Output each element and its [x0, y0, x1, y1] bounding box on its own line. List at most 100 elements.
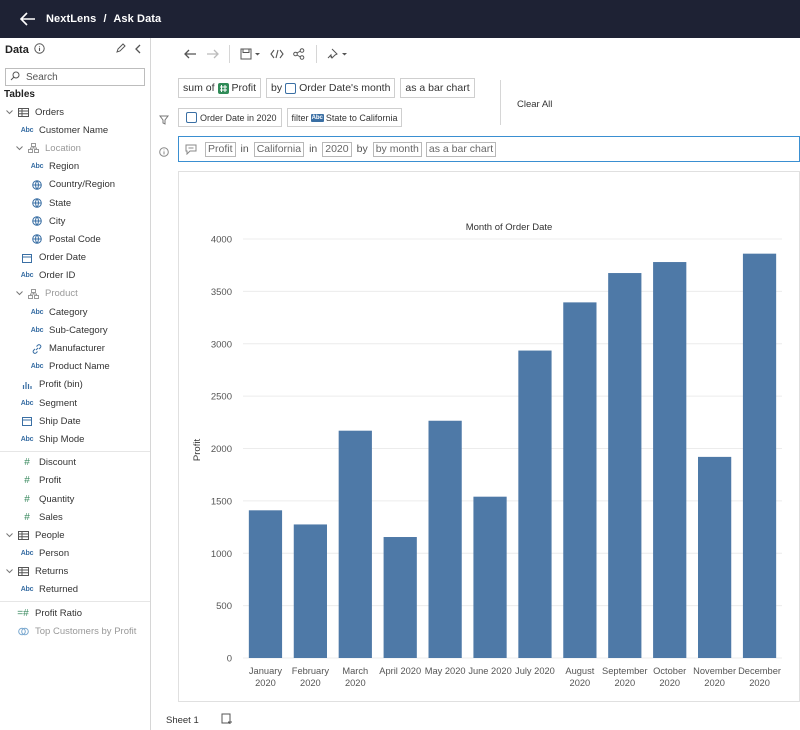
info-icon[interactable] [34, 43, 45, 57]
bar[interactable] [248, 510, 283, 658]
expand-caret-icon[interactable] [4, 569, 14, 574]
table-item[interactable]: Orders [0, 103, 150, 121]
x-tick-label: 2020 [255, 678, 276, 688]
new-sheet-icon[interactable] [221, 713, 234, 728]
string-type-icon: Abc [30, 163, 44, 171]
redo-arrow-icon[interactable] [201, 44, 223, 64]
field-label: State [49, 197, 72, 209]
breadcrumb-separator: / [103, 13, 107, 25]
bar[interactable] [563, 302, 597, 658]
toolbar-divider [316, 45, 317, 63]
save-icon[interactable] [236, 44, 266, 64]
app-name[interactable]: NextLens [46, 13, 96, 25]
field-item[interactable]: Abc Segment [0, 394, 150, 412]
ask-data-query-input[interactable]: Profit in California in 2020 by by month… [178, 136, 800, 162]
pin-icon[interactable] [323, 44, 353, 64]
field-item[interactable]: Abc Region [0, 158, 150, 176]
filter-pills-row: Order Date in 2020 filter Abc State to C… [178, 108, 403, 127]
undo-arrow-icon[interactable] [179, 44, 201, 64]
field-item[interactable]: Postal Code [0, 230, 150, 248]
field-item[interactable]: Abc Returned [0, 581, 150, 599]
query-token[interactable]: California [253, 141, 305, 157]
viz-type-pill[interactable]: as a bar chart [400, 78, 475, 98]
field-item[interactable]: Manufacturer [0, 339, 150, 357]
field-item[interactable]: Country/Region [0, 176, 150, 194]
field-item[interactable]: Abc Person [0, 545, 150, 563]
globe-icon [28, 234, 46, 245]
bar[interactable] [608, 273, 642, 658]
bar[interactable] [428, 420, 462, 658]
pill-text: as a bar chart [405, 82, 470, 94]
field-label: City [49, 215, 66, 227]
field-item[interactable]: Profit (bin) [0, 376, 150, 394]
clear-all-button[interactable]: Clear All [517, 99, 552, 110]
field-item[interactable]: =# Profit Ratio [0, 604, 150, 622]
query-token[interactable]: 2020 [322, 141, 352, 157]
bar[interactable] [518, 350, 552, 658]
bar[interactable] [698, 456, 732, 658]
collapse-pane-icon[interactable] [134, 44, 142, 57]
query-token[interactable]: Profit [205, 141, 236, 157]
field-item[interactable]: City [0, 212, 150, 230]
x-tick-label: April 2020 [379, 666, 421, 676]
search-field[interactable]: Search [5, 68, 145, 86]
pill-field: State to California [325, 112, 398, 123]
field-item[interactable]: Order Date [0, 249, 150, 267]
pills-divider [500, 80, 501, 125]
field-item[interactable]: Top Customers by Profit [0, 622, 150, 640]
bar[interactable] [383, 537, 417, 658]
sum-of-profit-pill[interactable]: sum of Profit [178, 78, 262, 98]
embed-code-icon[interactable] [266, 44, 288, 64]
data-pane-header: Data [0, 38, 150, 62]
field-item[interactable]: State [0, 194, 150, 212]
field-item[interactable]: Abc Sub-Category [0, 321, 150, 339]
info-icon[interactable] [159, 144, 169, 162]
field-item[interactable]: Abc Customer Name [0, 121, 150, 139]
measure-icon [217, 82, 229, 94]
field-item[interactable]: # Quantity [0, 490, 150, 508]
link-icon [28, 343, 46, 354]
field-item[interactable]: Abc Category [0, 303, 150, 321]
x-tick-label: May 2020 [425, 666, 466, 676]
field-item[interactable]: Abc Ship Mode [0, 430, 150, 448]
share-icon[interactable] [288, 44, 310, 64]
order-date-filter-pill[interactable]: Order Date in 2020 [178, 108, 282, 127]
bar[interactable] [473, 496, 507, 658]
bar[interactable] [293, 524, 327, 658]
field-label: Postal Code [49, 233, 101, 245]
x-tick-label: 2020 [659, 678, 680, 688]
field-item[interactable]: # Profit [0, 472, 150, 490]
state-filter-pill[interactable]: filter Abc State to California [286, 108, 403, 127]
field-item[interactable]: Product [0, 285, 150, 303]
x-tick-label: October [653, 666, 686, 676]
pill-text: sum of [183, 82, 215, 94]
back-arrow-icon[interactable] [18, 9, 38, 29]
sheet-tab[interactable]: Sheet 1 [166, 715, 199, 726]
bar[interactable] [338, 430, 372, 658]
bars [248, 253, 777, 658]
field-item[interactable]: Abc Product Name [0, 358, 150, 376]
edit-pencil-icon[interactable] [115, 43, 126, 57]
expand-caret-icon[interactable] [4, 533, 14, 538]
field-item[interactable]: # Sales [0, 508, 150, 526]
expand-caret-icon[interactable] [4, 109, 14, 115]
expand-caret-icon[interactable] [14, 146, 24, 151]
by-order-date-pill[interactable]: by Order Date's month [266, 78, 396, 98]
query-token[interactable]: by month [372, 141, 422, 157]
field-item[interactable]: Abc Order ID [0, 267, 150, 285]
field-label: Quantity [39, 493, 75, 505]
field-item[interactable]: Location [0, 139, 150, 157]
field-label: Top Customers by Profit [35, 625, 137, 637]
x-tick-label: November [693, 666, 736, 676]
bar[interactable] [742, 253, 777, 658]
field-item[interactable]: # Discount [0, 454, 150, 472]
field-item[interactable]: Ship Date [0, 412, 150, 430]
field-label: Profit [39, 475, 62, 487]
expand-caret-icon[interactable] [14, 291, 24, 296]
bar[interactable] [653, 262, 687, 658]
x-tick-label: 2020 [749, 678, 770, 688]
y-tick-label: 4000 [211, 235, 232, 246]
table-item[interactable]: People [0, 526, 150, 544]
table-item[interactable]: Returns [0, 563, 150, 581]
query-token[interactable]: as a bar chart [425, 141, 497, 157]
